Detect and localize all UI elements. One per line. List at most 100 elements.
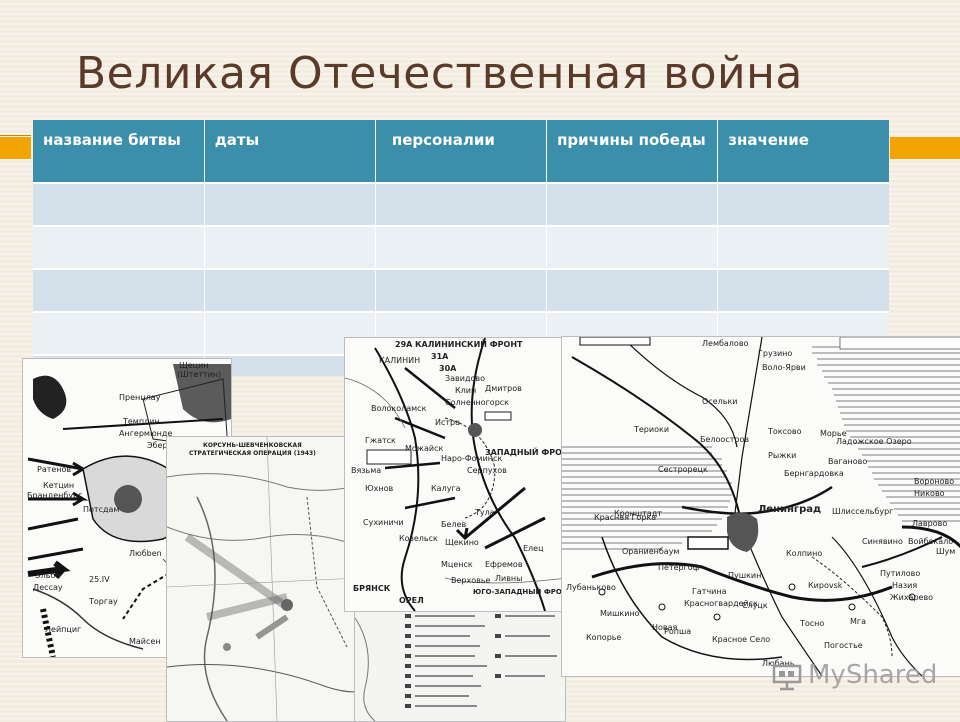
table-cell[interactable] — [33, 267, 205, 312]
table-cell[interactable] — [375, 224, 548, 269]
table-cell[interactable] — [204, 224, 376, 269]
map-label: Мценск — [441, 560, 473, 569]
accent-line — [0, 135, 31, 136]
map-label: Эльба — [35, 571, 61, 580]
map-label: ЮГО-ЗАПАДНЫЙ ФРОНТ — [473, 588, 568, 596]
map-label: БРЯНСК — [353, 584, 391, 593]
map-legend — [354, 607, 566, 722]
map-label: Ливны — [495, 574, 523, 583]
table-cell[interactable] — [375, 267, 548, 312]
map-label: Темплин — [123, 417, 160, 426]
map-label: Серпухов — [467, 466, 507, 475]
map-label: Пренцлау — [119, 393, 161, 402]
table-cell[interactable] — [546, 224, 719, 269]
map-label: Назия — [892, 581, 918, 590]
slide-title: Великая Отечественная война — [76, 48, 803, 99]
map-label: Красногвардейск — [684, 599, 758, 608]
map-label: Бранденбург — [27, 491, 83, 500]
map-label: Дмитров — [485, 384, 522, 393]
table-cell[interactable] — [717, 224, 889, 269]
map-label: Потсдам — [83, 505, 120, 514]
column-header-reasons: причины победы — [546, 120, 719, 183]
table-cell[interactable] — [546, 267, 719, 312]
map-label: Шлиссельбург — [832, 507, 894, 516]
map-label: Белоостров — [700, 435, 750, 444]
map-label: (Штеттин) — [177, 370, 222, 379]
map-label: Кирovsk — [808, 581, 843, 590]
map-label: Синявино — [862, 537, 903, 546]
column-header-dates: даты — [204, 120, 376, 183]
map-label: Мга — [850, 617, 867, 626]
map-label: 25.IV — [89, 575, 110, 584]
table-cell[interactable] — [33, 224, 205, 269]
map-label: Лаврово — [912, 519, 948, 528]
map-label: 31А — [431, 352, 449, 361]
table-row — [33, 267, 889, 312]
map-label: Ангермюнде — [119, 429, 173, 438]
map-label: 30А — [439, 364, 457, 373]
map-label: Никово — [914, 489, 945, 498]
map-label: Елец — [523, 544, 544, 553]
map-label: Завидово — [445, 374, 485, 383]
map-label: Войбокало — [908, 537, 954, 546]
map-label: Мишкино — [600, 609, 640, 618]
map-label: Можайск — [405, 444, 444, 453]
map-label: Колпино — [786, 549, 823, 558]
map-label: Тула — [475, 508, 495, 517]
table-cell[interactable] — [717, 182, 889, 226]
map-label: Ораниенбаум — [622, 547, 680, 556]
map-label: 29А — [395, 340, 413, 349]
map-label: Гатчина — [692, 587, 727, 596]
map-label: Сестрорецк — [658, 465, 708, 474]
table-cell[interactable] — [375, 182, 548, 226]
map-label: Щекино — [445, 538, 479, 547]
map-label: Жихарево — [890, 593, 934, 602]
map-label: Майсен — [129, 637, 161, 646]
map-label: Ленинград — [758, 504, 822, 515]
table-cell[interactable] — [33, 310, 205, 355]
table-row — [33, 224, 889, 269]
map-label: Лембалово — [702, 339, 749, 348]
map-label: Юхнов — [365, 484, 394, 493]
map-label: Вороново — [914, 477, 955, 486]
map-label: Лейпциг — [45, 625, 82, 634]
watermark-text: MyShared — [808, 660, 938, 690]
column-header-persons: персоналии — [375, 120, 548, 183]
accent-bar-right — [890, 137, 960, 159]
map-label: Петергоф — [658, 563, 700, 572]
map-label: Щецин — [179, 361, 209, 370]
map-label: ОРЕЛ — [399, 596, 424, 605]
table-header-row: название битвы даты персоналии причины п… — [33, 120, 889, 183]
map-label: Шум — [936, 547, 956, 556]
map-label: Вязьма — [351, 466, 382, 475]
map-moscow-battle: КАЛИНИНСКИЙ ФРОНТ 29А 31А 30А КАЛИНИН За… — [344, 337, 568, 612]
map-label: Красное Село — [712, 635, 771, 644]
map-label: Териоки — [634, 425, 670, 434]
map-label: Копорье — [586, 633, 622, 642]
map-label: Калуга — [431, 484, 461, 493]
map-label: Волоколамск — [371, 404, 427, 413]
presentation-icon — [772, 664, 802, 691]
map-label: Лубаньково — [566, 583, 616, 592]
table-cell[interactable] — [204, 267, 376, 312]
table-cell[interactable] — [546, 182, 719, 226]
map-label: Путилово — [880, 569, 921, 578]
map-label: Воло-Ярви — [762, 363, 806, 372]
table-cell[interactable] — [33, 182, 205, 226]
table-cell[interactable] — [204, 182, 376, 226]
map-label: Ваганово — [828, 457, 868, 466]
map-label: Осельки — [702, 397, 738, 406]
map-label: Клин — [455, 386, 477, 395]
map-label: Дессау — [33, 583, 63, 592]
map-label: Кетцин — [43, 481, 75, 490]
accent-bar-left — [0, 137, 31, 159]
map-label: КАЛИНИНСКИЙ ФРОНТ — [415, 340, 523, 349]
map-label: Ефремов — [485, 560, 523, 569]
map-label: Токсово — [768, 427, 802, 436]
map-label: Любben — [129, 549, 162, 558]
map-label: Белев — [441, 520, 467, 529]
map-label: Сухиничи — [363, 518, 404, 527]
table-cell[interactable] — [717, 267, 889, 312]
column-header-significance: значение — [717, 120, 889, 183]
map-label: Торгау — [89, 597, 118, 606]
